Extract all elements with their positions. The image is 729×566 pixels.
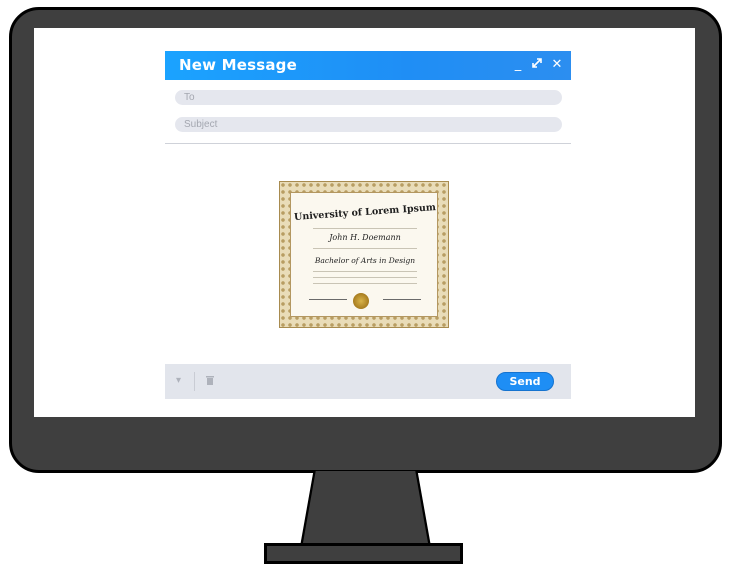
certificate-recipient: John H. Doemann [329, 233, 401, 242]
certificate-fine-print [313, 228, 417, 229]
compose-title: New Message [179, 56, 297, 74]
certificate-university: University of Lorem Ipsum [293, 202, 437, 223]
expand-icon[interactable] [530, 57, 544, 73]
close-icon[interactable]: ✕ [550, 57, 564, 73]
compose-window: New Message _ ✕ To Subject University of… [165, 51, 571, 399]
monitor-stand-base [264, 543, 463, 564]
certificate-attachment-image: University of Lorem Ipsum John H. Doeman… [279, 181, 449, 328]
certificate-fine-print [313, 271, 417, 272]
certificate-signature-line [309, 299, 347, 300]
compose-bottom-toolbar: ▾ Send [165, 364, 571, 399]
subject-field[interactable]: Subject [175, 117, 562, 132]
toolbar-separator [194, 372, 195, 391]
certificate-fine-print [313, 248, 417, 249]
certificate-seal [353, 293, 369, 309]
send-button[interactable]: Send [496, 372, 554, 391]
chevron-down-icon[interactable]: ▾ [176, 375, 181, 387]
monitor-screen: New Message _ ✕ To Subject University of… [34, 28, 695, 417]
certificate-fine-print [313, 277, 417, 278]
to-field[interactable]: To [175, 90, 562, 105]
certificate-inner: University of Lorem Ipsum John H. Doeman… [290, 192, 438, 317]
certificate-fine-print [313, 283, 417, 284]
trash-icon[interactable] [206, 375, 214, 389]
minimize-icon[interactable]: _ [511, 57, 525, 73]
monitor-stand-neck [302, 471, 429, 545]
header-divider [165, 143, 571, 144]
certificate-signature-line [383, 299, 421, 300]
compose-titlebar: New Message _ ✕ [165, 51, 571, 80]
certificate-degree: Bachelor of Arts in Design [314, 256, 416, 265]
